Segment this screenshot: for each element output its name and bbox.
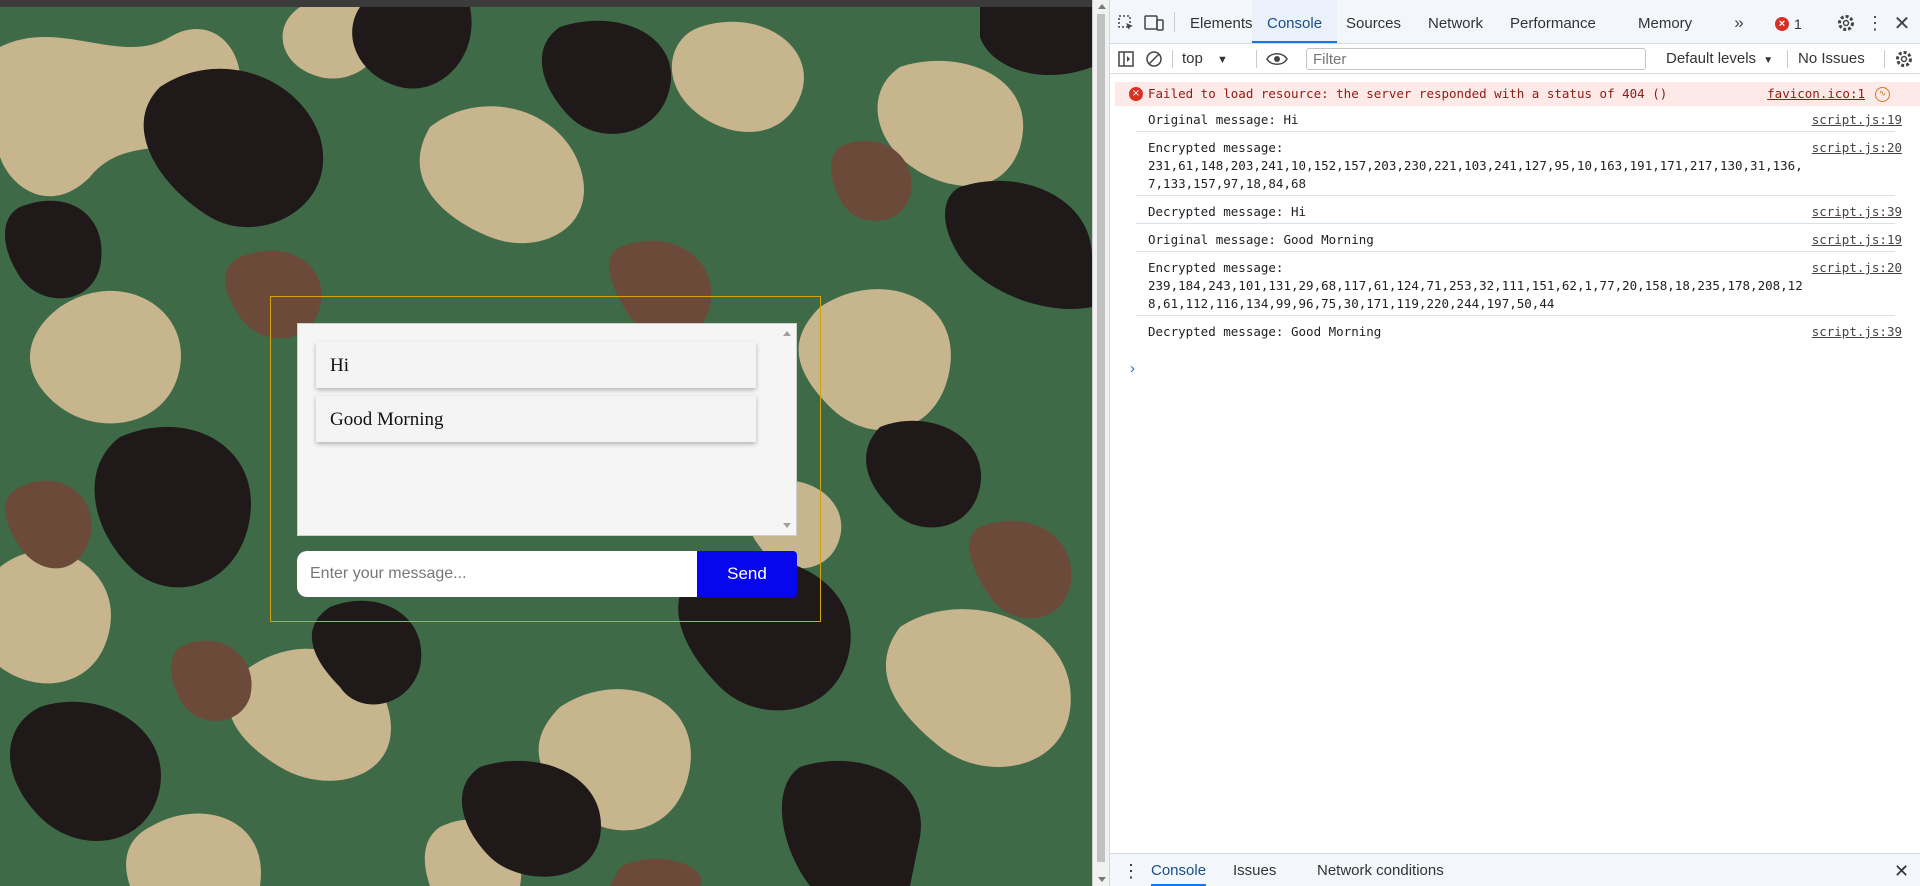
chevrons-right-icon[interactable]: » xyxy=(1728,12,1750,34)
console-message-text: Decrypted message: Good Morning xyxy=(1148,324,1382,339)
toolbar-divider xyxy=(1174,12,1175,32)
console-source-link[interactable]: script.js:20 xyxy=(1812,259,1902,277)
console-source-link[interactable]: script.js:39 xyxy=(1812,323,1902,341)
console-source-link[interactable]: script.js:19 xyxy=(1812,231,1902,249)
drawer-tab-console[interactable]: Console xyxy=(1151,854,1207,886)
toolbar-divider xyxy=(1884,50,1885,68)
console-source-link[interactable]: script.js:39 xyxy=(1812,203,1902,221)
browser-top-strip xyxy=(0,0,1092,7)
context-label: top xyxy=(1182,50,1203,67)
message-input[interactable] xyxy=(297,551,697,597)
console-message-text: Decrypted message: Hi xyxy=(1148,204,1307,219)
console-source-link[interactable]: favicon.ico:1 xyxy=(1767,85,1865,103)
error-count: 1 xyxy=(1794,16,1802,32)
console-message-text: Failed to load resource: the server resp… xyxy=(1148,86,1668,101)
console-prompt-chevron-icon[interactable]: › xyxy=(1130,360,1135,377)
tab-network[interactable]: Network xyxy=(1428,0,1483,44)
scroll-down-arrow-icon[interactable] xyxy=(783,523,791,528)
error-icon: × xyxy=(1775,17,1789,31)
dropdown-arrow-icon: ▼ xyxy=(1217,54,1228,66)
log-separator xyxy=(1136,251,1895,252)
drawer-tab-network-conditions[interactable]: Network conditions xyxy=(1317,854,1444,886)
console-message-text: Encrypted message: 239,184,243,101,131,2… xyxy=(1148,260,1803,311)
console-message-text: Original message: Hi xyxy=(1148,112,1299,127)
console-filter-input[interactable] xyxy=(1306,48,1646,70)
tab-console[interactable]: Console xyxy=(1252,0,1338,43)
devtools-drawer-tabs: ⋮ Console Issues Network conditions ✕ xyxy=(1110,853,1920,886)
log-separator xyxy=(1136,223,1895,224)
settings-gear-icon[interactable] xyxy=(1835,12,1857,34)
live-expression-eye-icon[interactable] xyxy=(1266,48,1288,70)
close-drawer-icon[interactable]: ✕ xyxy=(1894,854,1909,886)
console-error-message: × Failed to load resource: the server re… xyxy=(1115,82,1920,106)
inspect-element-icon[interactable] xyxy=(1115,12,1137,34)
chat-box[interactable]: Hi Good Morning xyxy=(297,323,797,536)
console-source-link[interactable]: script.js:20 xyxy=(1812,139,1902,157)
close-devtools-icon[interactable]: ✕ xyxy=(1891,12,1913,35)
chat-message: Good Morning xyxy=(316,396,756,442)
chat-message: Hi xyxy=(316,342,756,388)
log-levels-label: Default levels xyxy=(1666,50,1757,67)
send-button[interactable]: Send xyxy=(697,551,797,597)
scrollbar-up-arrow-icon[interactable] xyxy=(1098,4,1106,9)
issues-counter[interactable]: No Issues xyxy=(1798,50,1865,67)
log-separator xyxy=(1136,195,1895,196)
console-message-text: Encrypted message: 231,61,148,203,241,10… xyxy=(1148,140,1803,191)
toolbar-divider xyxy=(1787,50,1788,68)
page-scrollbar[interactable] xyxy=(1093,0,1110,886)
console-toolbar: top ▼ Default levels ▼ No Issues xyxy=(1110,44,1920,74)
toolbar-divider xyxy=(1256,50,1257,68)
scrollbar-thumb[interactable] xyxy=(1097,14,1105,862)
console-message-text: Original message: Good Morning xyxy=(1148,232,1374,247)
dropdown-arrow-icon: ▼ xyxy=(1763,55,1774,66)
device-toolbar-icon[interactable] xyxy=(1143,12,1165,34)
scroll-up-arrow-icon[interactable] xyxy=(783,331,791,336)
devtools-panel: Elements Console Sources Network Perform… xyxy=(1092,0,1920,886)
log-levels-dropdown[interactable]: Default levels ▼ xyxy=(1666,50,1773,67)
context-selector[interactable]: top ▼ xyxy=(1182,50,1228,67)
log-separator xyxy=(1136,315,1895,316)
clear-console-icon[interactable] xyxy=(1143,48,1165,70)
devtools-main: Elements Console Sources Network Perform… xyxy=(1110,0,1920,886)
tab-sources[interactable]: Sources xyxy=(1346,0,1401,44)
scrollbar-down-arrow-icon[interactable] xyxy=(1098,877,1106,882)
network-request-icon[interactable]: ∿ xyxy=(1875,87,1890,102)
toolbar-divider xyxy=(1172,50,1173,68)
drawer-tab-issues[interactable]: Issues xyxy=(1233,854,1276,886)
sidebar-toggle-icon[interactable] xyxy=(1115,48,1137,70)
chat-container: Hi Good Morning Send xyxy=(270,296,821,622)
tab-performance[interactable]: Performance xyxy=(1510,0,1596,44)
devtools-tab-bar: Elements Console Sources Network Perform… xyxy=(1110,0,1920,44)
console-settings-gear-icon[interactable] xyxy=(1893,48,1915,70)
error-icon: × xyxy=(1129,87,1143,101)
more-options-icon[interactable]: ⋮ xyxy=(1864,12,1886,34)
console-source-link[interactable]: script.js:19 xyxy=(1812,111,1902,129)
tab-elements[interactable]: Elements xyxy=(1190,0,1253,44)
drawer-menu-icon[interactable]: ⋮ xyxy=(1122,854,1140,886)
log-separator xyxy=(1136,131,1895,132)
error-count-badge[interactable]: × 1 xyxy=(1775,16,1802,32)
tab-memory[interactable]: Memory xyxy=(1638,0,1692,44)
web-page: Hi Good Morning Send xyxy=(0,7,1092,886)
